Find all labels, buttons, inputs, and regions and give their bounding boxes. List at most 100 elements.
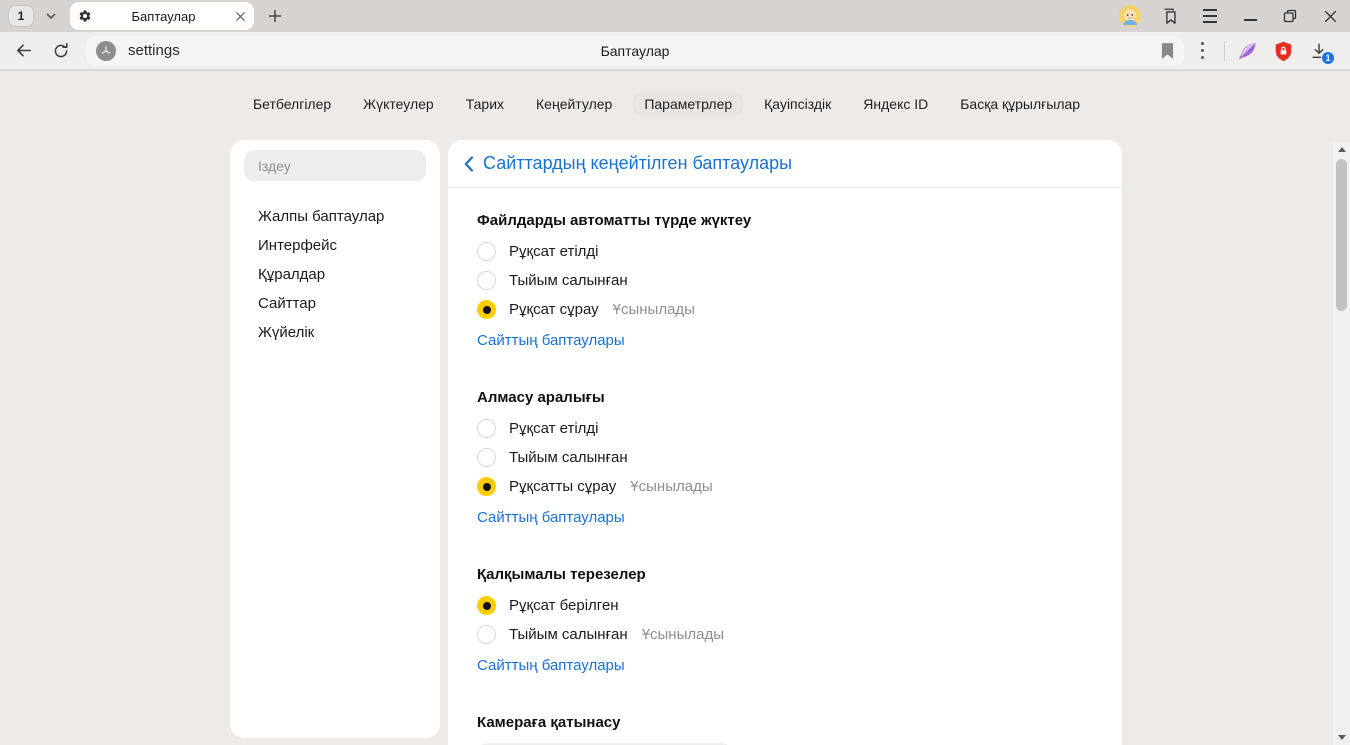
settings-nav-tab[interactable]: Жүктеулер	[351, 90, 446, 118]
settings-nav-tab[interactable]: Қауіпсіздік	[752, 90, 843, 118]
reload-button[interactable]	[42, 35, 80, 67]
radio-icon[interactable]	[477, 300, 496, 319]
url-text: settings	[128, 42, 180, 59]
radio-icon[interactable]	[477, 242, 496, 261]
settings-nav-tab[interactable]: Яндекс ID	[851, 90, 940, 118]
address-bar[interactable]: settings Баптаулар	[86, 36, 1184, 66]
radio-icon[interactable]	[477, 271, 496, 290]
tab-strip: 1 Баптаулар	[0, 0, 1350, 32]
bookmark-flag-button[interactable]	[1161, 43, 1174, 59]
settings-section: Қалқымалы терезелер Рұқсат берілген Тыйы…	[477, 564, 1094, 675]
sections: Файлдарды автоматты түрде жүктеу Рұқсат …	[448, 188, 1122, 745]
site-settings-link[interactable]: Сайттың баптаулары	[477, 509, 625, 526]
sidebar-item[interactable]: Сайттар	[230, 289, 440, 318]
back-button[interactable]	[4, 35, 42, 67]
radio-option[interactable]: Рұқсат берілген	[477, 591, 1094, 620]
radio-label: Тыйым салынған	[509, 449, 628, 466]
settings-nav-tab[interactable]: Кеңейтулер	[524, 90, 624, 118]
gear-icon	[78, 9, 92, 23]
site-settings-link[interactable]: Сайттың баптаулары	[477, 332, 625, 349]
download-count-badge: 1	[1321, 51, 1335, 65]
section-options: Рұқсат берілген Тыйым салынған Ұсынылады	[477, 591, 1094, 649]
settings-section: Файлдарды автоматты түрде жүктеу Рұқсат …	[477, 210, 1094, 350]
minimize-button[interactable]	[1230, 0, 1270, 32]
browser-logo-icon[interactable]	[96, 41, 116, 61]
settings-nav-tab[interactable]: Тарих	[454, 90, 516, 118]
radio-option[interactable]: Рұқсат сұрау Ұсынылады	[477, 295, 1094, 324]
scrollbar-thumb[interactable]	[1336, 159, 1347, 311]
tab-list-chevron-button[interactable]	[38, 3, 64, 29]
toolbar-right: 1	[1184, 32, 1337, 69]
tab-strip-right	[1110, 0, 1350, 32]
radio-option[interactable]: Рұқсатты сұрау Ұсынылады	[477, 472, 1094, 501]
section-title: Камераға қатынасу	[477, 712, 1094, 733]
sidebar: Жалпы баптауларИнтерфейсҚұралдарСайттарЖ…	[230, 140, 440, 738]
radio-label: Рұқсат сұрау	[509, 301, 599, 318]
collections-button[interactable]	[1150, 0, 1190, 32]
section-title: Алмасу аралығы	[477, 387, 1094, 408]
section-options: Рұқсат етілді Тыйым салынған Рұқсат сұра…	[477, 237, 1094, 324]
radio-option[interactable]: Рұқсат етілді	[477, 237, 1094, 266]
radio-option[interactable]: Тыйым салынған	[477, 266, 1094, 295]
restore-button[interactable]	[1270, 0, 1310, 32]
radio-option[interactable]: Рұқсат етілді	[477, 414, 1094, 443]
radio-option[interactable]: Тыйым салынған Ұсынылады	[477, 620, 1094, 649]
sidebar-item[interactable]: Жүйелік	[230, 318, 440, 347]
radio-icon[interactable]	[477, 625, 496, 644]
sidebar-item[interactable]: Жалпы баптаулар	[230, 202, 440, 231]
scrollbar[interactable]	[1333, 142, 1350, 745]
radio-icon[interactable]	[477, 448, 496, 467]
content-header[interactable]: Сайттардың кеңейтілген баптаулары	[448, 140, 1122, 188]
radio-label: Тыйым салынған	[509, 626, 628, 643]
browser-menu-button[interactable]	[1190, 0, 1230, 32]
page-title[interactable]: Сайттардың кеңейтілген баптаулары	[483, 153, 792, 174]
settings-nav-tab[interactable]: Басқа құрылғылар	[948, 90, 1092, 118]
menu-icon	[1203, 9, 1217, 11]
avatar	[1119, 5, 1141, 27]
close-icon	[235, 11, 246, 22]
profile-button[interactable]	[1110, 0, 1150, 32]
scroll-down-button[interactable]	[1333, 730, 1350, 745]
settings-nav-tab[interactable]: Бетбелгілер	[241, 90, 343, 118]
radio-icon[interactable]	[477, 477, 496, 496]
section-options: Рұқсат етілді Тыйым салынған Рұқсатты сұ…	[477, 414, 1094, 501]
radio-label: Тыйым салынған	[509, 272, 628, 289]
collections-icon	[1161, 7, 1179, 25]
settings-page: Бетбелгілер Жүктеулер Тарих Кеңейтулер Парам…	[0, 71, 1350, 745]
back-arrow-icon	[14, 41, 33, 60]
recommended-badge: Ұсынылады	[642, 626, 724, 643]
feather-icon	[1237, 41, 1257, 61]
radio-label: Рұқсат етілді	[509, 420, 599, 437]
radio-label: Рұқсат етілді	[509, 243, 599, 260]
toolbar-divider	[1224, 41, 1225, 61]
downloads-button[interactable]: 1	[1301, 35, 1337, 67]
site-settings-link[interactable]: Сайттың баптаулары	[477, 657, 625, 674]
settings-nav: Бетбелгілер Жүктеулер Тарих Кеңейтулер Парам…	[0, 90, 1333, 118]
settings-nav-tab[interactable]: Параметрлер	[632, 90, 744, 118]
protect-button[interactable]	[1265, 35, 1301, 67]
radio-icon[interactable]	[477, 419, 496, 438]
minimize-icon	[1244, 19, 1257, 21]
sidebar-item[interactable]: Интерфейс	[230, 231, 440, 260]
section-title: Файлдарды автоматты түрде жүктеу	[477, 210, 1094, 231]
triangle-down-icon	[1338, 735, 1346, 740]
search-input[interactable]	[244, 150, 426, 181]
omnibox-more-button[interactable]	[1184, 35, 1220, 67]
zen-button[interactable]	[1229, 35, 1265, 67]
scroll-up-button[interactable]	[1333, 142, 1350, 157]
tab-close-button[interactable]	[235, 11, 246, 22]
triangle-up-icon	[1338, 147, 1346, 152]
active-tab[interactable]: Баптаулар	[70, 2, 254, 30]
new-tab-button[interactable]	[262, 3, 288, 29]
omnibox-page-title: Баптаулар	[86, 43, 1184, 59]
bookmark-flag-icon	[1161, 43, 1174, 59]
reload-icon	[52, 42, 70, 60]
sidebar-item[interactable]: Құралдар	[230, 260, 440, 289]
tab-counter-button[interactable]: 1	[8, 5, 34, 27]
radio-option[interactable]: Тыйым салынған	[477, 443, 1094, 472]
recommended-badge: Ұсынылады	[630, 478, 712, 495]
window-close-button[interactable]	[1310, 0, 1350, 32]
radio-icon[interactable]	[477, 596, 496, 615]
protect-shield-icon	[1274, 41, 1293, 61]
settings-content: Сайттардың кеңейтілген баптаулары Файлда…	[448, 140, 1122, 745]
